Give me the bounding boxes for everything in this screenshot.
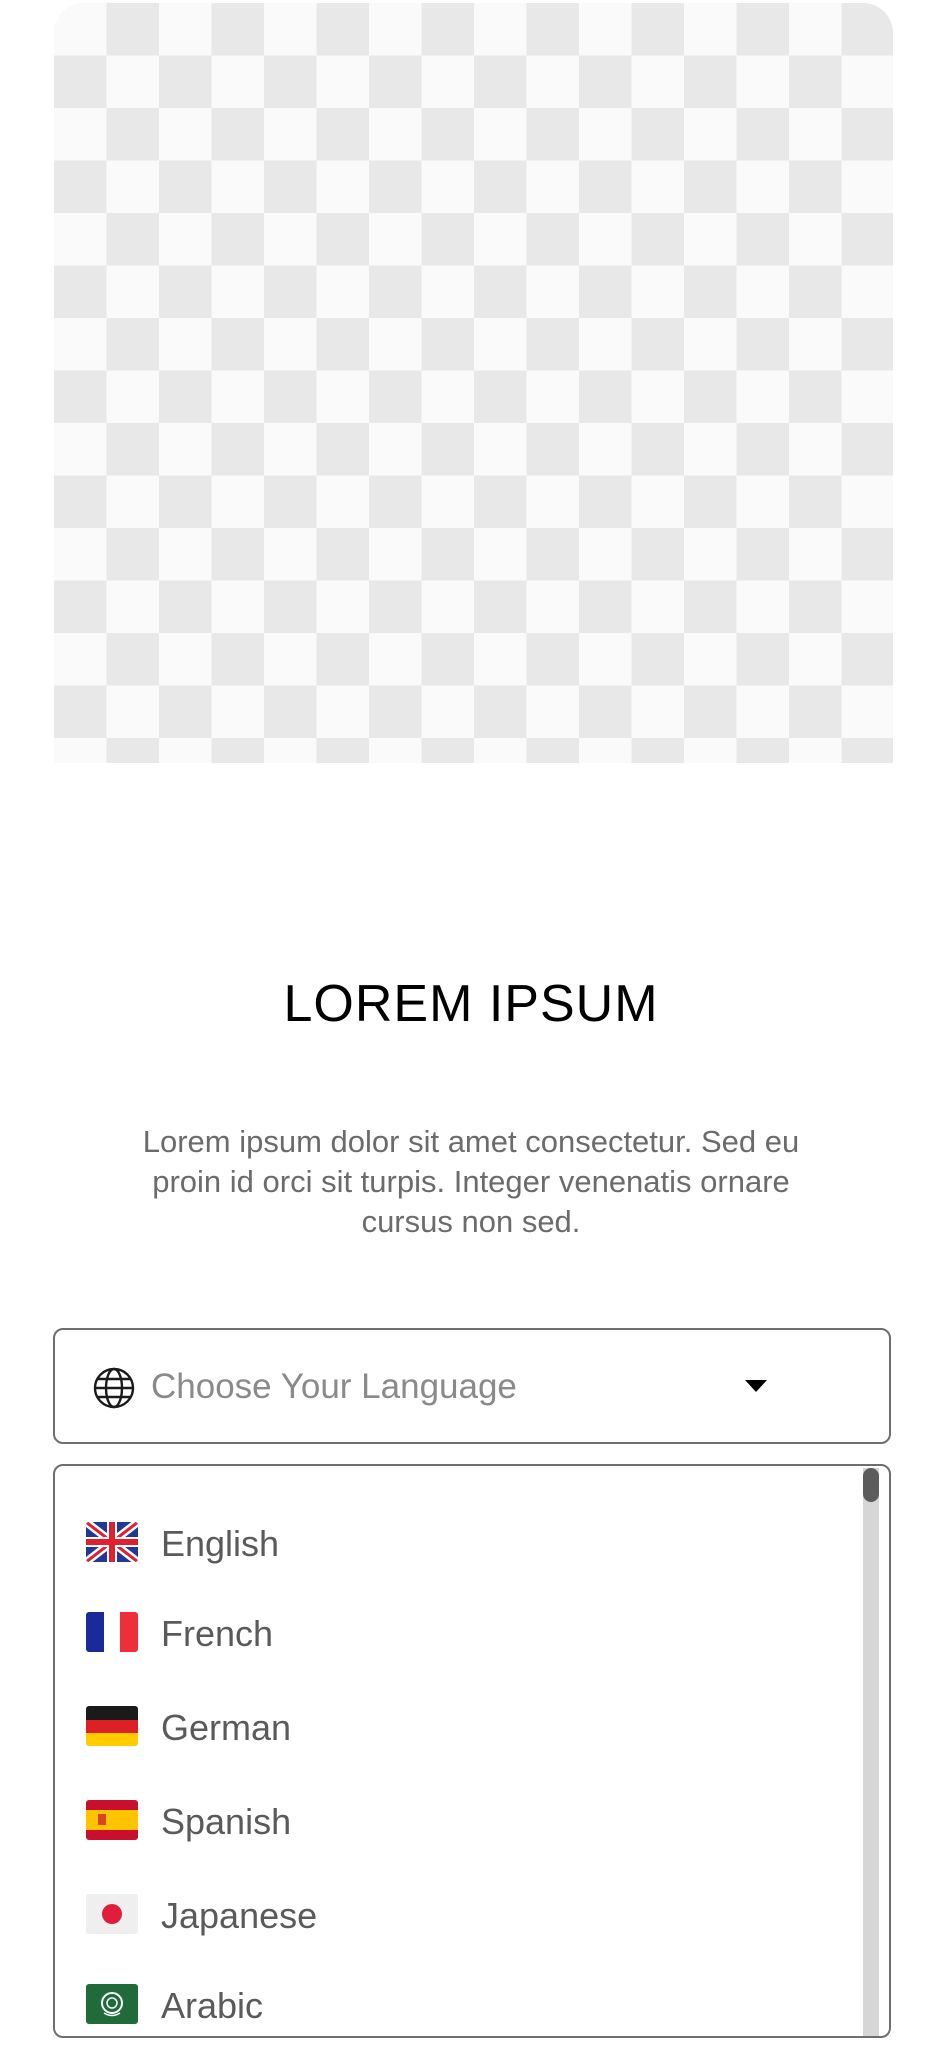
france-flag-icon (86, 1612, 138, 1652)
language-option-english[interactable]: English (55, 1512, 865, 1572)
spain-flag-icon (86, 1800, 138, 1840)
language-label: Japanese (161, 1895, 318, 1936)
language-label: Spanish (161, 1801, 292, 1842)
scrollbar-track[interactable] (863, 1468, 879, 2036)
language-select-placeholder: Choose Your Language (151, 1367, 517, 1406)
language-label: Arabic (161, 1985, 264, 2026)
language-selection-screen: LOREM IPSUM Lorem ipsum dolor sit amet c… (0, 0, 942, 2067)
language-option-spanish[interactable]: Spanish (55, 1790, 865, 1850)
caret-down-icon[interactable] (745, 1380, 767, 1392)
scrollbar-thumb[interactable] (863, 1468, 879, 1502)
language-option-arabic[interactable]: Arabic (55, 1974, 865, 2034)
language-select[interactable]: Choose Your Language (53, 1328, 891, 1444)
page-description: Lorem ipsum dolor sit amet consectetur. … (142, 1124, 800, 1239)
page-title: LOREM IPSUM (283, 975, 659, 1033)
language-label: French (161, 1613, 274, 1654)
language-option-french[interactable]: French (55, 1602, 865, 1662)
language-dropdown-list[interactable]: English French German Spanish Japanese A… (53, 1464, 891, 2038)
language-option-japanese[interactable]: Japanese (55, 1884, 865, 1944)
language-option-german[interactable]: German (55, 1696, 865, 1756)
germany-flag-icon (86, 1706, 138, 1746)
hero-image-placeholder (54, 3, 893, 763)
globe-icon (93, 1367, 135, 1409)
arab-league-flag-icon (86, 1984, 138, 2024)
language-label: German (161, 1707, 292, 1748)
japan-flag-icon (86, 1894, 138, 1934)
language-label: English (161, 1523, 280, 1564)
uk-flag-icon (86, 1522, 138, 1562)
